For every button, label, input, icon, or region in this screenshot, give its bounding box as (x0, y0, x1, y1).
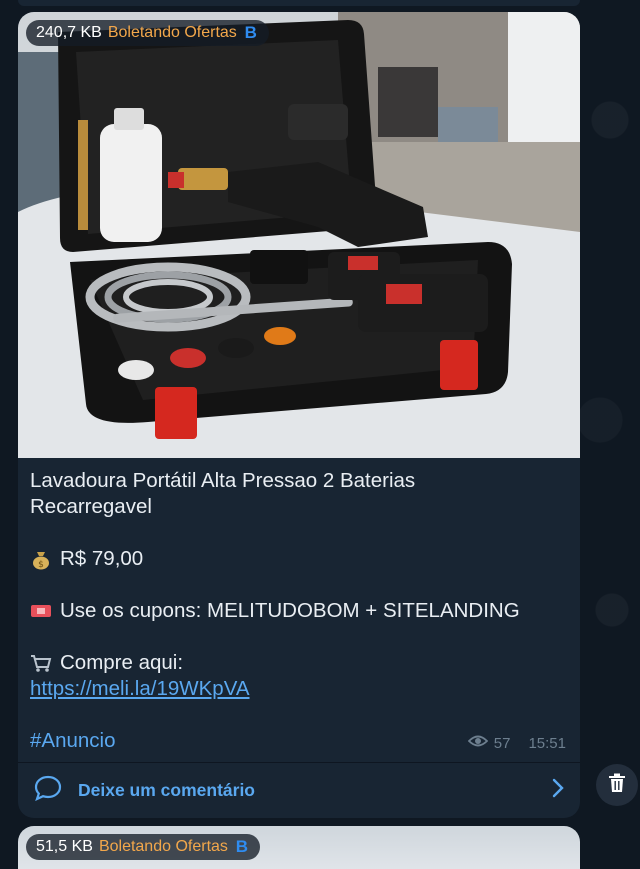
channel-name: Boletando Ofertas (107, 24, 237, 41)
previous-message-edge (18, 0, 580, 6)
next-message-bubble[interactable]: 51,5 KB Boletando Ofertas B (18, 826, 580, 869)
delete-button[interactable] (596, 764, 638, 806)
message-bubble[interactable]: 240,7 KB Boletando Ofertas B Lavadoura P… (18, 12, 580, 818)
chevron-right-icon (552, 778, 564, 803)
product-photo[interactable]: 240,7 KB Boletando Ofertas B (18, 12, 580, 458)
next-channel-badge-icon: B (235, 837, 249, 856)
message-meta: 57 15:51 (467, 734, 566, 752)
coupon-line: Use os cupons: MELITUDOBOM + SITELANDING (30, 598, 570, 624)
buy-label: Compre aqui: (60, 651, 184, 674)
media-info-chip: 240,7 KB Boletando Ofertas B (26, 20, 269, 46)
message-time: 15:51 (528, 734, 566, 752)
price-line: $ R$ 79,00 (30, 546, 570, 572)
next-file-size: 51,5 KB (36, 838, 93, 855)
message-caption: Lavadoura Portátil Alta Pressao 2 Bateri… (30, 468, 570, 754)
comment-bubble-icon (34, 775, 62, 806)
buy-line: Compre aqui: (30, 650, 570, 676)
shopping-cart-icon (30, 652, 52, 674)
view-count: 57 (493, 734, 511, 752)
product-title-line-2: Recarregavel (30, 495, 152, 518)
price-text: R$ 79,00 (60, 547, 144, 570)
comment-label: Deixe um comentário (78, 780, 255, 800)
hashtag-link[interactable]: #Anuncio (30, 729, 115, 752)
next-media-info-chip: 51,5 KB Boletando Ofertas B (26, 834, 260, 860)
trash-icon (608, 773, 626, 798)
pressure-washer-kit-image (18, 12, 580, 458)
product-link[interactable]: https://meli.la/19WKpVA (30, 677, 250, 700)
next-channel-name: Boletando Ofertas (98, 838, 228, 855)
comment-button[interactable]: Deixe um comentário (18, 763, 580, 818)
product-title-line-1: Lavadoura Portátil Alta Pressao 2 Bateri… (30, 469, 416, 492)
ticket-icon (30, 600, 52, 622)
eye-icon (467, 734, 489, 752)
svg-text:$: $ (38, 560, 44, 570)
file-size: 240,7 KB (36, 24, 102, 41)
channel-badge-icon: B (244, 23, 257, 42)
money-bag-icon: $ (30, 548, 52, 570)
coupon-text: Use os cupons: MELITUDOBOM + SITELANDING (60, 599, 520, 622)
